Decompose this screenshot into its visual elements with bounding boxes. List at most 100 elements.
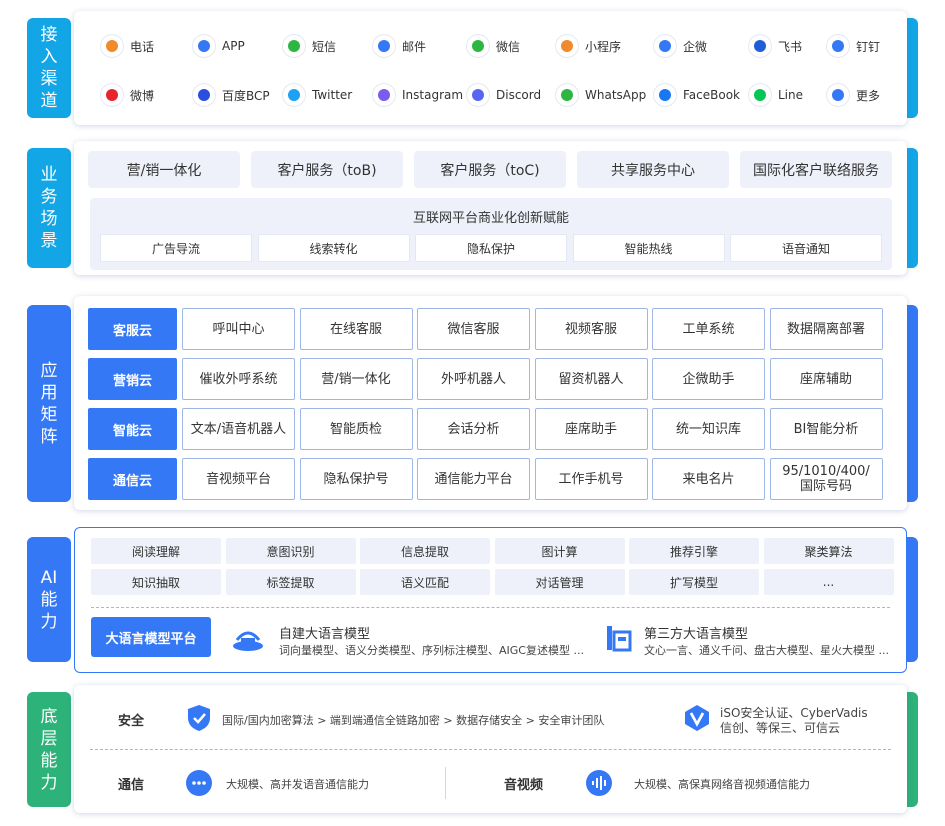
- channel-wechat[interactable]: 微信: [466, 33, 520, 59]
- app-module[interactable]: 座席助手: [534, 408, 648, 450]
- av-desc: 大规模、高保真网络音视频通信能力: [634, 778, 810, 791]
- channel-label: Discord: [496, 88, 542, 102]
- channel-wecom[interactable]: 企微: [653, 33, 707, 59]
- platform-sub-item[interactable]: 广告导流: [100, 234, 252, 262]
- sms-icon: [282, 34, 306, 58]
- channel-baidu[interactable]: 百度BCP: [192, 82, 270, 108]
- self-llm-title: 自建大语言模型: [279, 627, 371, 642]
- app-module[interactable]: 企微助手: [652, 358, 765, 400]
- scenario-item[interactable]: 客户服务（toB): [251, 151, 403, 188]
- platform-sub-item[interactable]: 智能热线: [572, 234, 725, 262]
- app-module[interactable]: 智能质检: [299, 408, 413, 450]
- cloud-label[interactable]: 客服云: [88, 308, 177, 350]
- channel-label: 更多: [856, 88, 881, 103]
- channel-label: Line: [778, 88, 804, 102]
- line-icon: [748, 83, 772, 107]
- cloud-label[interactable]: 智能云: [88, 408, 177, 450]
- cloud-label[interactable]: 营销云: [88, 358, 177, 400]
- scenario-item[interactable]: 共享服务中心: [577, 151, 729, 188]
- channel-weibo[interactable]: 微博: [100, 82, 154, 108]
- scenario-item[interactable]: 客户服务（toC): [414, 151, 566, 188]
- ai-capability[interactable]: ...: [763, 569, 894, 595]
- scenario-item[interactable]: 营/销一体化: [88, 151, 240, 188]
- app-module[interactable]: 座席辅助: [769, 358, 883, 400]
- channel-label: 邮件: [402, 39, 427, 54]
- ai-capability[interactable]: 信息提取: [360, 538, 490, 564]
- ai-capability[interactable]: 语义匹配: [360, 569, 490, 595]
- llm-platform-button[interactable]: 大语言模型平台: [91, 617, 211, 657]
- channel-line[interactable]: Line: [748, 82, 803, 108]
- app-module[interactable]: BI智能分析: [769, 408, 883, 450]
- channel-sms[interactable]: 短信: [282, 33, 336, 59]
- app-module[interactable]: 会话分析: [417, 408, 530, 450]
- app-module[interactable]: 音视频平台: [182, 458, 295, 500]
- channel-feishu[interactable]: 飞书: [748, 33, 802, 59]
- app-module[interactable]: 微信客服: [417, 308, 530, 350]
- app-module[interactable]: 通信能力平台: [417, 458, 530, 500]
- channel-instagram[interactable]: Instagram: [372, 82, 463, 108]
- ai-divider: [91, 607, 890, 608]
- mini-program-icon: [555, 34, 579, 58]
- cloud-label[interactable]: 通信云: [88, 458, 177, 500]
- mail-icon: [372, 34, 396, 58]
- ai-capability[interactable]: 推荐引擎: [629, 538, 759, 564]
- channel-label: 微信: [496, 39, 521, 54]
- channel-label: WhatsApp: [585, 88, 647, 102]
- instagram-icon: [372, 83, 396, 107]
- channel-app-store[interactable]: APP: [192, 33, 245, 59]
- channel-facebook[interactable]: FaceBook: [653, 82, 740, 108]
- app-module[interactable]: 视频客服: [534, 308, 648, 350]
- platform-sub-item[interactable]: 隐私保护: [415, 234, 567, 262]
- third-llm-icon: [605, 624, 633, 654]
- channel-label: 百度BCP: [222, 88, 270, 103]
- comm-desc: 大规模、高并发语音通信能力: [226, 778, 369, 791]
- ai-capability[interactable]: 知识抽取: [91, 569, 221, 595]
- channel-label: 飞书: [778, 39, 803, 54]
- app-module[interactable]: 隐私保护号: [299, 458, 413, 500]
- app-module[interactable]: 数据隔离部署: [769, 308, 883, 350]
- app-module[interactable]: 呼叫中心: [182, 308, 295, 350]
- ai-capability[interactable]: 图计算: [494, 538, 625, 564]
- ai-capability[interactable]: 扩写模型: [629, 569, 759, 595]
- ai-capability[interactable]: 意图识别: [225, 538, 356, 564]
- channel-discord[interactable]: Discord: [466, 82, 541, 108]
- scenario-item[interactable]: 国际化客户联络服务: [740, 151, 892, 188]
- platform-sub-item[interactable]: 线索转化: [257, 234, 410, 262]
- app-module[interactable]: 留资机器人: [534, 358, 648, 400]
- channel-whatsapp[interactable]: WhatsApp: [555, 82, 646, 108]
- app-module[interactable]: 催收外呼系统: [182, 358, 295, 400]
- app-module[interactable]: 文本/语音机器人: [182, 408, 295, 450]
- app-module[interactable]: 在线客服: [299, 308, 413, 350]
- channel-mini-program[interactable]: 小程序: [555, 33, 621, 59]
- ai-capability[interactable]: 标签提取: [225, 569, 356, 595]
- third-llm-desc: 文心一言、通义千问、盘古大模型、星火大模型 ...: [644, 644, 889, 657]
- chat-bubble-icon: [186, 770, 212, 796]
- channel-label: 钉钉: [856, 39, 881, 54]
- ai-capability[interactable]: 聚类算法: [763, 538, 894, 564]
- channel-phone[interactable]: 电话: [100, 33, 154, 59]
- app-module[interactable]: 营/销一体化: [299, 358, 413, 400]
- channel-more[interactable]: 更多: [826, 82, 880, 108]
- self-llm-icon: [231, 624, 265, 654]
- app-module[interactable]: 工作手机号: [534, 458, 648, 500]
- app-module[interactable]: 来电名片: [652, 458, 765, 500]
- channel-dingtalk[interactable]: 钉钉: [826, 33, 880, 59]
- channel-twitter[interactable]: Twitter: [282, 82, 352, 108]
- base-divider: [90, 749, 891, 750]
- app-module[interactable]: 外呼机器人: [417, 358, 530, 400]
- channel-label: 电话: [130, 39, 155, 54]
- channel-mail[interactable]: 邮件: [372, 33, 426, 59]
- baidu-icon: [192, 83, 216, 107]
- ai-capability[interactable]: 对话管理: [494, 569, 625, 595]
- app-module[interactable]: 95/1010/400/ 国际号码: [769, 458, 883, 500]
- app-module[interactable]: 工单系统: [652, 308, 765, 350]
- channel-label: APP: [222, 39, 245, 53]
- app-module[interactable]: 统一知识库: [652, 408, 765, 450]
- ai-capability[interactable]: 阅读理解: [91, 538, 221, 564]
- ai-panel: 阅读理解 意图识别 信息提取 图计算 推荐引擎 聚类算法知识抽取 标签提取 语义匹配 对话管理扩…: [74, 527, 907, 673]
- app-store-icon: [192, 34, 216, 58]
- facebook-icon: [653, 83, 677, 107]
- platform-sub-item[interactable]: 语音通知: [730, 234, 882, 262]
- layer-tab-base: 底层能力: [27, 692, 71, 807]
- layer-tab-channel: 接入渠道: [27, 18, 71, 118]
